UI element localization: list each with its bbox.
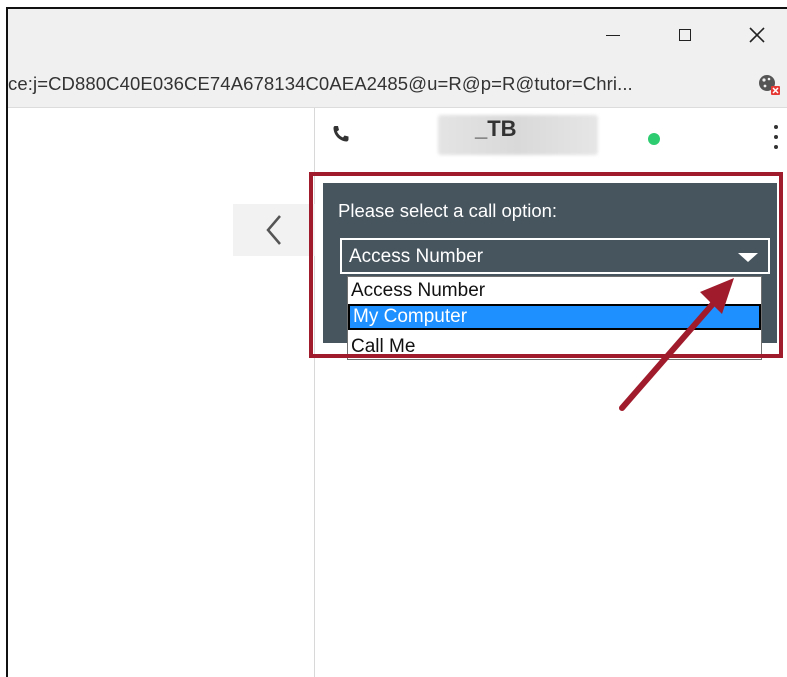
online-status-dot [648,133,660,145]
window-titlebar [8,9,787,61]
maximize-icon [679,29,691,41]
url-text[interactable]: ce:j=CD880C40E036CE74A678134C0AEA2485@u=… [8,73,633,95]
maximize-button[interactable] [658,9,712,61]
chevron-left-icon [266,215,281,245]
minimize-button[interactable] [586,9,640,61]
contact-name-redacted [438,115,598,155]
address-bar[interactable]: ce:j=CD880C40E036CE74A678134C0AEA2485@u=… [8,61,787,108]
annotation-arrow [619,278,734,411]
left-pane [8,108,315,677]
phone-icon[interactable] [331,124,351,144]
close-icon [749,27,765,43]
minimize-icon [606,34,620,36]
chat-header: _TB [315,108,787,160]
contact-name: _TB [475,116,517,141]
redacted-name-blur [438,115,598,155]
site-settings-icon[interactable] [756,71,782,97]
close-button[interactable] [730,9,784,61]
more-options-icon[interactable] [773,125,779,149]
collapse-panel-button[interactable] [233,204,315,256]
